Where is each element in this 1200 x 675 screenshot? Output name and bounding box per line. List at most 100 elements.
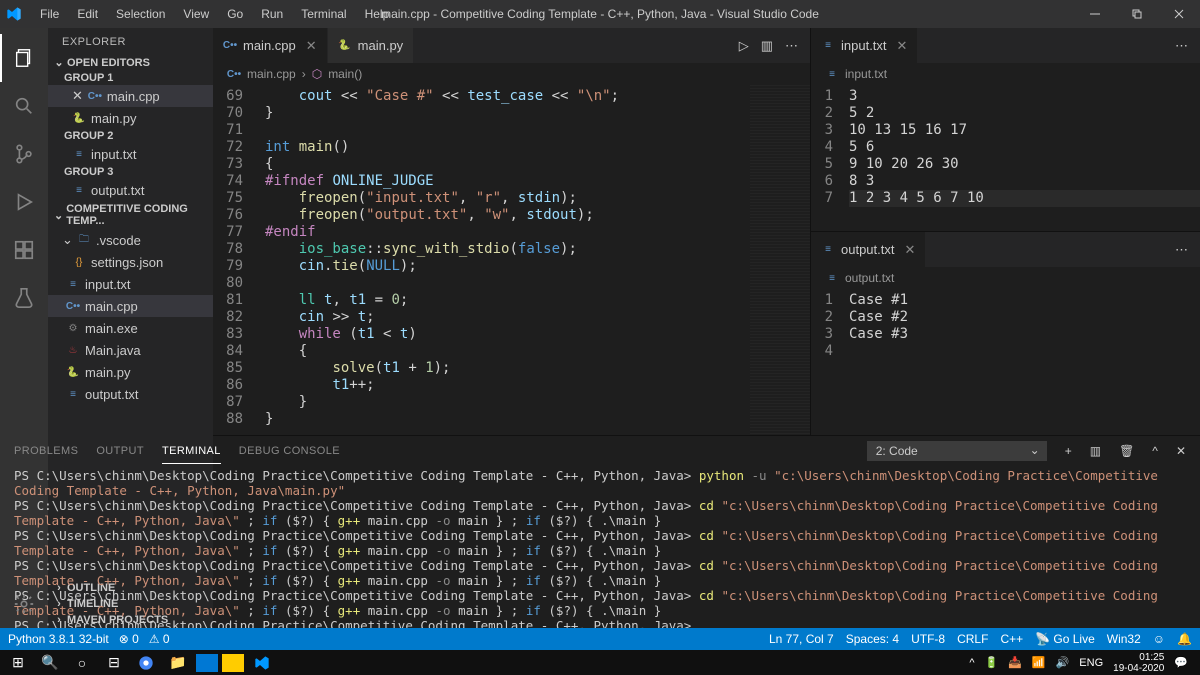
tree-main-py[interactable]: 🐍main.py xyxy=(48,361,213,383)
panel-tab-output[interactable]: OUTPUT xyxy=(96,439,144,463)
split-editor-icon[interactable]: ▥ xyxy=(761,38,773,54)
tray-clock[interactable]: 01:2519-04-2020 xyxy=(1113,652,1164,674)
menu-bar[interactable]: File Edit Selection View Go Run Terminal… xyxy=(32,5,397,23)
status-feedback-icon[interactable]: ☺ xyxy=(1153,632,1165,646)
status-language[interactable]: C++ xyxy=(1000,632,1023,646)
minimize-button[interactable] xyxy=(1074,0,1116,28)
panel-tab-problems[interactable]: PROBLEMS xyxy=(14,439,78,463)
menu-selection[interactable]: Selection xyxy=(108,5,173,23)
maximize-panel-icon[interactable]: ^ xyxy=(1152,444,1158,458)
input-editor[interactable]: 1234567 35 210 13 15 16 175 69 10 20 26 … xyxy=(811,85,1200,231)
extensions-icon[interactable] xyxy=(0,226,48,274)
minimap[interactable] xyxy=(750,85,810,435)
status-bell-icon[interactable]: 🔔 xyxy=(1177,632,1192,646)
tray-language[interactable]: ENG xyxy=(1079,657,1103,669)
task-view-icon[interactable]: ⊟ xyxy=(100,650,128,675)
run-debug-icon[interactable] xyxy=(0,178,48,226)
start-button[interactable]: ⊞ xyxy=(4,650,32,675)
menu-terminal[interactable]: Terminal xyxy=(293,5,354,23)
source-control-icon[interactable] xyxy=(0,130,48,178)
status-python[interactable]: Python 3.8.1 32-bit xyxy=(8,632,109,646)
tree-main-java[interactable]: ♨Main.java xyxy=(48,339,213,361)
breadcrumb-output[interactable]: output.txt xyxy=(845,271,894,285)
tray-dropbox-icon[interactable]: 📥 xyxy=(1008,656,1022,669)
status-line-col[interactable]: Ln 77, Col 7 xyxy=(769,632,834,646)
group-3: GROUP 3 xyxy=(48,165,213,179)
cortana-icon[interactable]: ○ xyxy=(68,650,96,675)
chrome-icon[interactable] xyxy=(132,650,160,675)
menu-run[interactable]: Run xyxy=(253,5,291,23)
terminal-output[interactable]: PS C:\Users\chinm\Desktop\Coding Practic… xyxy=(0,466,1200,630)
tree-vscode-folder[interactable]: ⌄🗀.vscode xyxy=(48,229,213,251)
tree-main-exe[interactable]: ⚙main.exe xyxy=(48,317,213,339)
output-editor[interactable]: 1234 Case #1Case #2Case #3 xyxy=(811,289,1200,435)
project-header[interactable]: ⌄COMPETITIVE CODING TEMP... xyxy=(48,201,213,229)
window-title: main.cpp - Competitive Coding Template -… xyxy=(381,7,819,21)
tray-up-icon[interactable]: ^ xyxy=(969,657,974,669)
open-editor-main-cpp[interactable]: ✕C••main.cpp xyxy=(48,85,213,107)
explorer-icon[interactable] xyxy=(0,34,48,82)
app-icon-1[interactable] xyxy=(196,654,218,672)
tray-wifi-icon[interactable]: 📶 xyxy=(1032,656,1046,669)
status-encoding[interactable]: UTF-8 xyxy=(911,632,945,646)
kill-terminal-icon[interactable]: 🗑 xyxy=(1119,444,1134,458)
status-go-live[interactable]: 📡 Go Live xyxy=(1035,632,1095,646)
app-icon-2[interactable] xyxy=(222,654,244,672)
terminal-selector[interactable]: 2: Code xyxy=(867,441,1047,461)
settings-gear-icon[interactable] xyxy=(0,580,48,628)
breadcrumb-input[interactable]: input.txt xyxy=(845,67,887,81)
status-spaces[interactable]: Spaces: 4 xyxy=(846,632,899,646)
menu-file[interactable]: File xyxy=(32,5,67,23)
panel-tab-debug[interactable]: DEBUG CONSOLE xyxy=(239,439,340,463)
tab-main-py[interactable]: 🐍main.py xyxy=(328,28,415,63)
search-icon[interactable] xyxy=(0,82,48,130)
tray-battery-icon[interactable]: 🔋 xyxy=(984,656,998,669)
status-warnings[interactable]: ⚠ 0 xyxy=(149,632,170,646)
close-panel-icon[interactable]: ✕ xyxy=(1176,444,1186,458)
tab-main-cpp[interactable]: C••main.cpp✕ xyxy=(213,28,328,63)
tree-main-cpp[interactable]: C••main.cpp xyxy=(48,295,213,317)
tab-output-txt[interactable]: ≡output.txt✕ xyxy=(811,232,926,267)
group-2: GROUP 2 xyxy=(48,129,213,143)
editor-group-right: ≡input.txt✕ ⋯ ≡input.txt 1234567 35 210 … xyxy=(810,28,1200,435)
vscode-taskbar-icon[interactable] xyxy=(248,650,276,675)
breadcrumb[interactable]: C••main.cpp›⬡main() xyxy=(213,63,810,85)
more-actions-icon[interactable]: ⋯ xyxy=(1175,242,1188,258)
tray-volume-icon[interactable]: 🔊 xyxy=(1056,656,1070,669)
close-tab-icon[interactable]: ✕ xyxy=(306,38,317,54)
menu-edit[interactable]: Edit xyxy=(69,5,106,23)
tree-input-txt[interactable]: ≡input.txt xyxy=(48,273,213,295)
taskbar-search-icon[interactable]: 🔍 xyxy=(36,650,64,675)
run-icon[interactable]: ▷ xyxy=(739,38,749,54)
open-editor-input-txt[interactable]: ≡input.txt xyxy=(48,143,213,165)
code-editor[interactable]: 6970717273747576777879808182838485868788… xyxy=(213,85,810,435)
editor-tabs: C••main.cpp✕ 🐍main.py ▷ ▥ ⋯ xyxy=(213,28,810,63)
split-terminal-icon[interactable]: ▥ xyxy=(1090,444,1101,458)
close-tab-icon[interactable]: ✕ xyxy=(904,242,915,258)
code-content[interactable]: cout << "Case #" << test_case << "\n"; }… xyxy=(255,85,750,435)
more-actions-icon[interactable]: ⋯ xyxy=(1175,38,1188,54)
bottom-panel: PROBLEMS OUTPUT TERMINAL DEBUG CONSOLE 2… xyxy=(0,435,1200,630)
status-bar: Python 3.8.1 32-bit ⊗ 0 ⚠ 0 Ln 77, Col 7… xyxy=(0,628,1200,650)
tray-notifications-icon[interactable]: 💬 xyxy=(1174,656,1188,669)
maximize-button[interactable] xyxy=(1116,0,1158,28)
menu-view[interactable]: View xyxy=(175,5,217,23)
panel-tab-terminal[interactable]: TERMINAL xyxy=(162,439,221,464)
close-tab-icon[interactable]: ✕ xyxy=(897,38,908,54)
group-1: GROUP 1 xyxy=(48,71,213,85)
new-terminal-icon[interactable]: + xyxy=(1065,444,1072,458)
status-win32[interactable]: Win32 xyxy=(1107,632,1141,646)
more-actions-icon[interactable]: ⋯ xyxy=(785,38,798,54)
open-editor-main-py[interactable]: 🐍main.py xyxy=(48,107,213,129)
open-editor-output-txt[interactable]: ≡output.txt xyxy=(48,179,213,201)
menu-go[interactable]: Go xyxy=(219,5,251,23)
tab-input-txt[interactable]: ≡input.txt✕ xyxy=(811,28,918,63)
tree-output-txt[interactable]: ≡output.txt xyxy=(48,383,213,405)
testing-icon[interactable] xyxy=(0,274,48,322)
status-eol[interactable]: CRLF xyxy=(957,632,988,646)
open-editors-header[interactable]: ⌄OPEN EDITORS xyxy=(48,54,213,71)
status-errors[interactable]: ⊗ 0 xyxy=(119,632,139,646)
tree-settings-json[interactable]: {}settings.json xyxy=(48,251,213,273)
close-button[interactable] xyxy=(1158,0,1200,28)
file-explorer-icon[interactable]: 📁 xyxy=(164,650,192,675)
